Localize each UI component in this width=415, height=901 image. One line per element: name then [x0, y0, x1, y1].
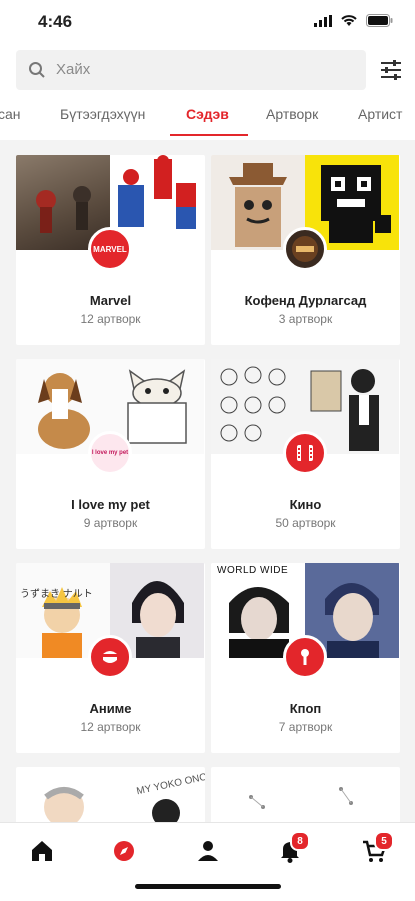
tab-topics[interactable]: Сэдэв	[186, 106, 229, 122]
topic-count: 12 артворк	[80, 312, 141, 326]
thumbnail-caption: うずまき ナルト	[20, 589, 93, 600]
search-placeholder: Хайх	[56, 61, 91, 78]
home-indicator	[135, 884, 281, 889]
topic-name: Кино	[289, 497, 322, 512]
search-input[interactable]: Хайх	[16, 50, 366, 90]
topic-name: Marvel	[89, 293, 132, 308]
signal-icon	[314, 14, 332, 27]
topic-card-pets[interactable]: I love my pet I love my pet 9 артворк	[16, 359, 205, 549]
nav-notifications[interactable]: 8	[276, 831, 310, 865]
topic-count: 50 артворк	[275, 516, 336, 530]
topic-card-partial[interactable]	[211, 767, 400, 827]
topic-count: 9 артворк	[83, 516, 138, 530]
topic-count: 12 артворк	[80, 720, 141, 734]
status-icons	[314, 14, 393, 27]
coffee-logo-icon	[292, 236, 318, 262]
topic-name: Кофенд Дурлагсад	[244, 293, 367, 308]
nav-home[interactable]	[28, 837, 56, 865]
topic-badge: I love my pet	[88, 431, 132, 475]
tab-artists[interactable]: Артист	[358, 106, 402, 122]
thumbnail-image	[249, 787, 353, 809]
topic-name: Кпоп	[289, 701, 322, 716]
tab-artworks[interactable]: Артворк	[266, 106, 318, 122]
topic-count: 3 артворк	[278, 312, 333, 326]
topic-count: 7 артворк	[278, 720, 333, 734]
nav-cart[interactable]: 5	[360, 831, 394, 865]
tab-indicator	[170, 134, 248, 136]
badge-label: MARVEL	[93, 244, 127, 254]
wifi-icon	[341, 15, 357, 26]
header: Хайх сан Бүтээгдэхүүн Сэдэв Артворк Арти…	[0, 44, 415, 140]
microphone-icon	[301, 649, 309, 665]
profile-icon	[198, 841, 218, 861]
search-icon	[29, 62, 45, 78]
badge-label: I love my pet	[91, 450, 129, 456]
topic-card-kpop[interactable]: WORLD WIDE Кпоп 7 артворк	[211, 563, 400, 753]
tab-products[interactable]: Бүтээгдэхүүн	[60, 106, 145, 122]
explore-icon	[114, 841, 134, 861]
topic-name: I love my pet	[71, 497, 150, 512]
topic-card-coffee[interactable]: Кофенд Дурлагсад 3 артворк	[211, 155, 400, 345]
topic-badge	[88, 635, 132, 679]
film-icon	[297, 445, 313, 461]
topic-card-partial[interactable]: MY YOKO ONO	[16, 767, 205, 827]
topic-badge: MARVEL	[88, 227, 132, 271]
topic-name: Аниме	[89, 701, 132, 716]
battery-icon	[366, 14, 393, 27]
anime-mask-icon	[103, 651, 117, 663]
status-time: 4:46	[38, 12, 73, 31]
cart-badge: 5	[374, 831, 394, 851]
thumbnail-image	[44, 787, 180, 827]
nav-profile[interactable]	[194, 837, 222, 865]
topic-card-anime[interactable]: うずまき ナルト Аниме 12 артворк	[16, 563, 205, 753]
notification-badge: 8	[290, 831, 310, 851]
tab-collections[interactable]: сан	[0, 106, 21, 122]
topic-badge	[283, 431, 327, 475]
topic-badge	[283, 635, 327, 679]
status-bar: 4:46	[0, 0, 415, 44]
topic-card-movies[interactable]: Кино 50 артворк	[211, 359, 400, 549]
filter-icon[interactable]	[380, 60, 402, 80]
topic-badge	[283, 227, 327, 271]
category-tabs: сан Бүтээгдэхүүн Сэдэв Артворк Артист	[0, 102, 415, 136]
home-icon	[32, 841, 52, 861]
thumbnail-caption: WORLD WIDE	[217, 565, 289, 576]
topic-card-marvel[interactable]: MARVEL Marvel 12 артворк	[16, 155, 205, 345]
bottom-nav: 8 5	[0, 822, 415, 901]
nav-explore[interactable]	[110, 837, 138, 865]
